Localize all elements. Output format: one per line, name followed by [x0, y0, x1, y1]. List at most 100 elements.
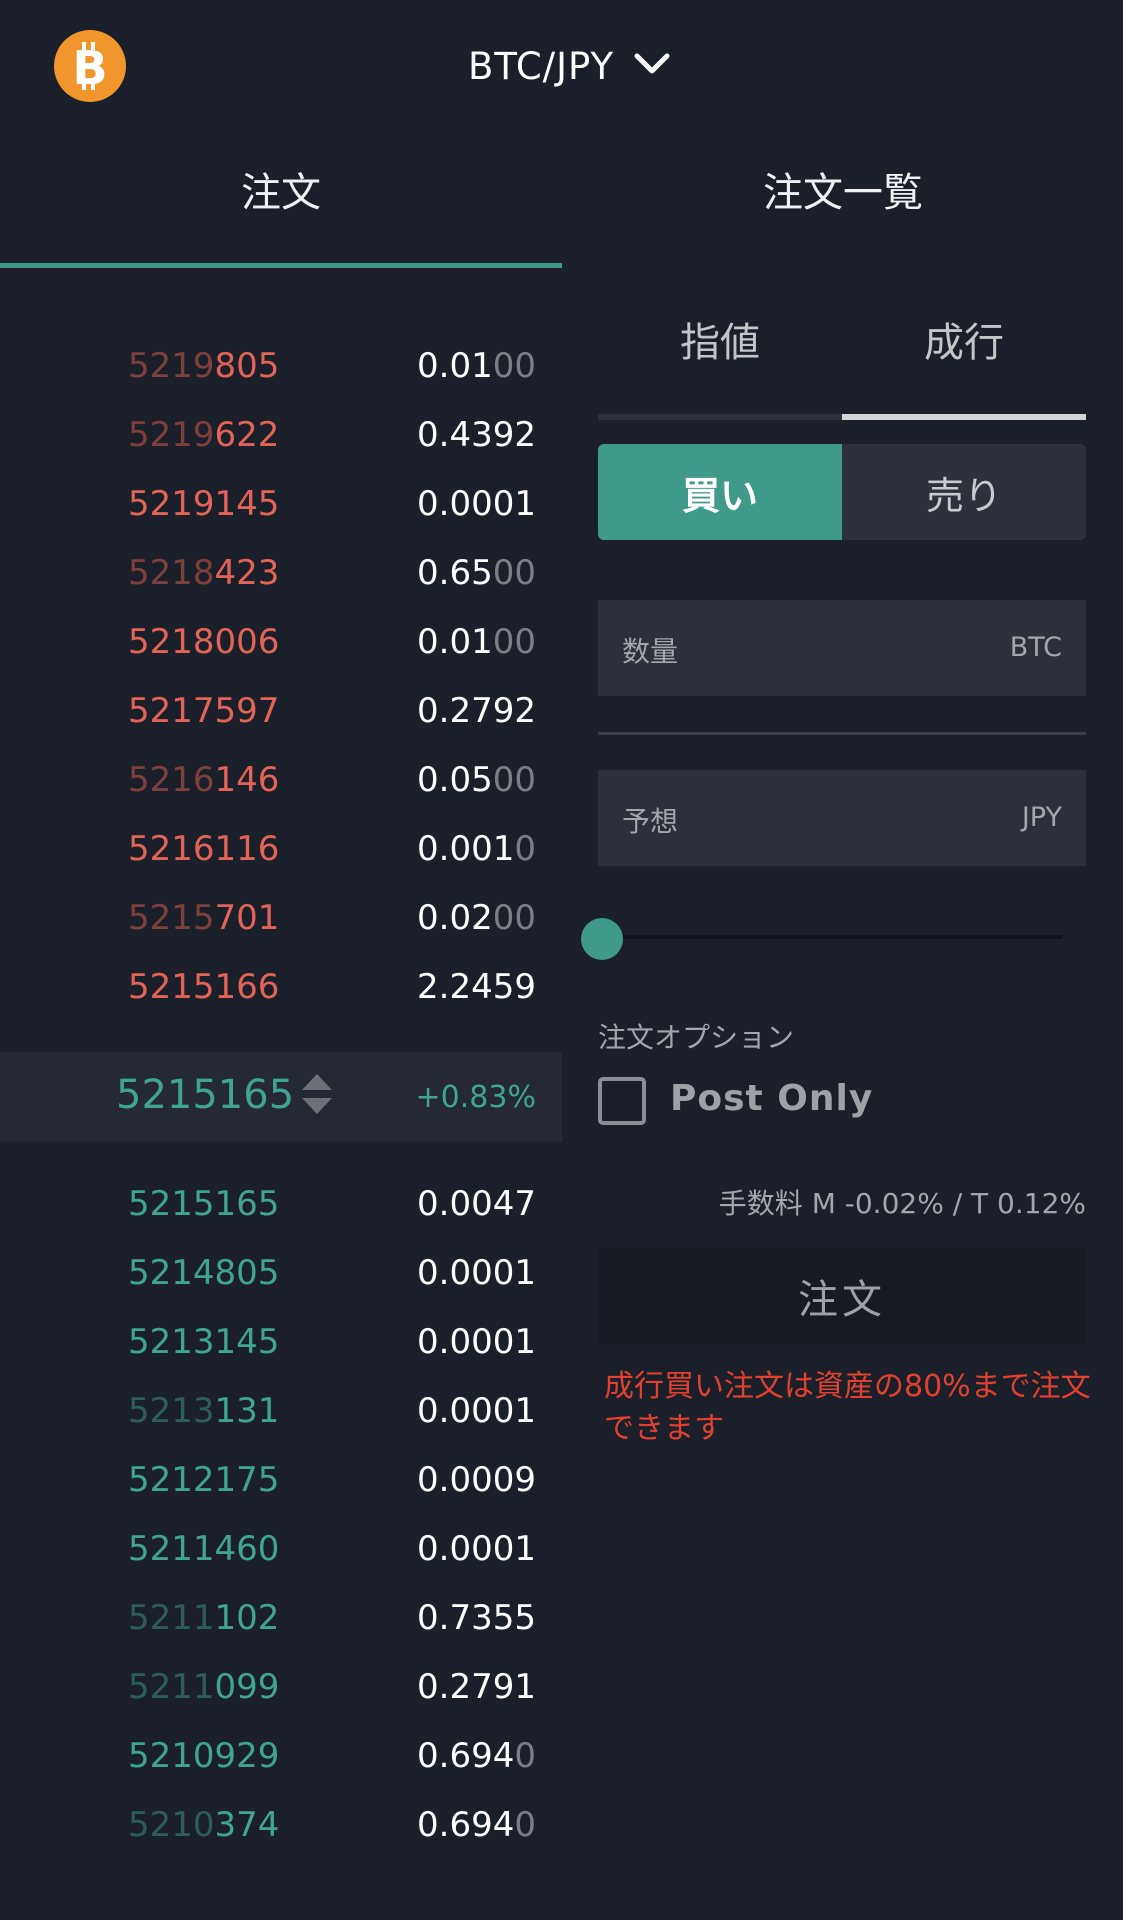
ask-price: 5218423 [128, 553, 279, 593]
tab-market-label: 成行 [924, 320, 1004, 366]
tab-order[interactable]: 注文 [0, 160, 562, 270]
bid-price: 5210374 [128, 1805, 279, 1845]
buy-button[interactable]: 買い [598, 444, 842, 540]
quantity-digits: 0.694 [417, 1736, 515, 1776]
ask-row[interactable]: 5219622 0.4392 [0, 415, 562, 465]
quantity-digits: 0.0001 [417, 1322, 536, 1362]
bid-quantity: 0.6940 [417, 1805, 536, 1845]
ask-quantity: 0.0500 [417, 760, 536, 800]
bid-row[interactable]: 5210374 0.6940 [0, 1805, 562, 1855]
sort-arrows-icon[interactable] [300, 1072, 334, 1120]
bid-quantity: 0.6940 [417, 1736, 536, 1776]
ask-row[interactable]: 5215701 0.0200 [0, 898, 562, 948]
price-digits: 099 [214, 1667, 280, 1707]
price-digits: 131 [214, 1391, 280, 1431]
quantity-padding: 00 [492, 622, 536, 662]
tab-order-label: 注文 [241, 170, 321, 216]
ask-price: 5218006 [128, 622, 279, 662]
price-digits: 5210929 [128, 1736, 280, 1776]
estimate-label: 予想 [622, 805, 679, 838]
bid-row[interactable]: 5215165 0.0047 [0, 1184, 562, 1234]
bid-row[interactable]: 5211099 0.2791 [0, 1667, 562, 1717]
ask-row[interactable]: 5216146 0.0500 [0, 760, 562, 810]
quantity-digits: 0.0001 [417, 1253, 536, 1293]
amount-slider-thumb[interactable] [581, 918, 623, 960]
quantity-digits: 0.01 [417, 622, 493, 662]
ask-quantity: 2.2459 [417, 967, 536, 1007]
quantity-digits: 0.65 [417, 553, 493, 593]
bid-quantity: 0.0047 [417, 1184, 536, 1224]
header: B BTC/JPY [0, 0, 1123, 130]
quantity-digits: 2.2459 [417, 967, 536, 1007]
quantity-digits: 0.2792 [417, 691, 536, 731]
price-digits: 701 [214, 898, 280, 938]
price-prefix: 5211 [128, 1598, 215, 1638]
bid-row[interactable]: 5213145 0.0001 [0, 1322, 562, 1372]
tab-order-list-label: 注文一覧 [763, 170, 923, 216]
tab-order-list[interactable]: 注文一覧 [562, 160, 1123, 270]
bid-row[interactable]: 5211460 0.0001 [0, 1529, 562, 1579]
ask-price: 5215701 [128, 898, 279, 938]
price-digits: 423 [214, 553, 280, 593]
quantity-digits: 0.001 [417, 829, 515, 869]
submit-order-button[interactable]: 注文 [598, 1248, 1086, 1344]
order-type-active-indicator [842, 414, 1086, 420]
ask-price: 5216146 [128, 760, 279, 800]
pair-label: BTC/JPY [468, 44, 615, 88]
bid-row[interactable]: 5210929 0.6940 [0, 1736, 562, 1786]
quantity-digits: 0.7355 [417, 1598, 536, 1638]
price-digits: 5213145 [128, 1322, 280, 1362]
bid-row[interactable]: 5213131 0.0001 [0, 1391, 562, 1441]
amount-slider[interactable] [602, 935, 1062, 939]
ask-row[interactable]: 5217597 0.2792 [0, 691, 562, 741]
quantity-input[interactable]: 数量 BTC [598, 600, 1086, 696]
price-prefix: 5215 [128, 898, 215, 938]
bid-quantity: 0.0001 [417, 1253, 536, 1293]
ask-row[interactable]: 5216116 0.0010 [0, 829, 562, 879]
quantity-digits: 0.2791 [417, 1667, 536, 1707]
bid-row[interactable]: 5212175 0.0009 [0, 1460, 562, 1510]
ask-row[interactable]: 5219145 0.0001 [0, 484, 562, 534]
price-digits: 5216116 [128, 829, 280, 869]
quantity-digits: 0.0047 [417, 1184, 536, 1224]
price-digits: 5215166 [128, 967, 280, 1007]
price-prefix: 5218 [128, 553, 215, 593]
quantity-digits: 0.0001 [417, 484, 536, 524]
tab-market[interactable]: 成行 [842, 310, 1086, 400]
price-digits: 5219145 [128, 484, 280, 524]
price-prefix: 5211 [128, 1667, 215, 1707]
ask-quantity: 0.0100 [417, 346, 536, 386]
bid-row[interactable]: 5214805 0.0001 [0, 1253, 562, 1303]
price-digits: 5214805 [128, 1253, 280, 1293]
bid-quantity: 0.0001 [417, 1322, 536, 1362]
ask-quantity: 0.0001 [417, 484, 536, 524]
ask-quantity: 0.0010 [417, 829, 536, 869]
ask-price: 5219622 [128, 415, 279, 455]
tab-limit[interactable]: 指値 [598, 310, 842, 400]
estimate-field: 予想 JPY [598, 770, 1086, 866]
ask-price: 5219805 [128, 346, 279, 386]
bid-quantity: 0.0009 [417, 1460, 536, 1500]
quantity-digits: 0.0009 [417, 1460, 536, 1500]
active-tab-indicator [0, 263, 562, 268]
ask-quantity: 0.4392 [417, 415, 536, 455]
post-only-checkbox[interactable] [598, 1077, 646, 1125]
bid-price: 5215165 [128, 1184, 279, 1224]
pair-selector[interactable]: BTC/JPY [468, 36, 670, 96]
price-digits: 5218006 [128, 622, 280, 662]
ask-row[interactable]: 5218423 0.6500 [0, 553, 562, 603]
bid-quantity: 0.2791 [417, 1667, 536, 1707]
quantity-padding: 0 [514, 1805, 536, 1845]
ask-row[interactable]: 5218006 0.0100 [0, 622, 562, 672]
price-prefix: 5213 [128, 1391, 215, 1431]
ask-row[interactable]: 5215166 2.2459 [0, 967, 562, 1017]
quantity-padding: 00 [492, 898, 536, 938]
bid-price: 5211460 [128, 1529, 279, 1569]
order-options-label: 注文オプション [598, 1021, 795, 1054]
post-only-label[interactable]: Post Only [670, 1078, 873, 1119]
bid-row[interactable]: 5211102 0.7355 [0, 1598, 562, 1648]
sell-button[interactable]: 売り [842, 444, 1086, 540]
ask-row[interactable]: 5219805 0.0100 [0, 346, 562, 396]
last-price-row: 5215165 +0.83% [0, 1052, 562, 1142]
chevron-down-icon [634, 52, 670, 80]
